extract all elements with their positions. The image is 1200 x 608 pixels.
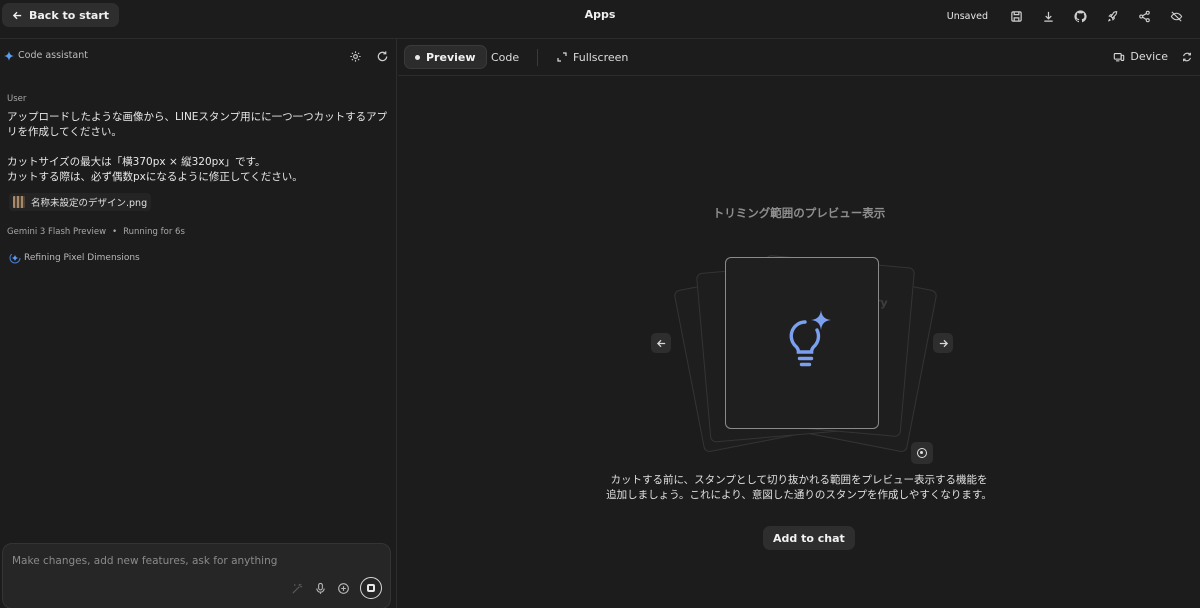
tab-fullscreen-label: Fullscreen	[573, 50, 629, 64]
arrow-right-icon	[939, 339, 948, 347]
share-icon	[1138, 10, 1150, 22]
tab-code-label: Code	[491, 50, 520, 64]
composer-tools	[291, 577, 382, 599]
thinking-step[interactable]: Refining Pixel Dimensions	[9, 252, 140, 264]
top-bar: Back to start Apps Unsaved	[0, 0, 1200, 39]
image-thumbnail-icon	[13, 196, 25, 208]
thinking-label: Refining Pixel Dimensions	[24, 253, 140, 263]
panel-title-label: Code assistant	[18, 50, 88, 61]
hide-eye-icon	[1170, 10, 1182, 22]
tab-divider	[537, 49, 538, 66]
add-circle-icon[interactable]	[337, 582, 350, 595]
save-status: Unsaved	[946, 10, 988, 22]
attachment-chip[interactable]: 名称未設定のデザイン.png	[9, 193, 152, 211]
device-icon	[1114, 52, 1125, 61]
header-actions: Unsaved	[947, 7, 1192, 25]
message-gap	[7, 140, 391, 155]
reload-preview-button[interactable]	[1181, 51, 1193, 66]
tab-preview-label: Preview	[426, 50, 476, 64]
sparkle-icon	[4, 50, 14, 61]
expand-icon	[557, 52, 567, 62]
github-icon	[1073, 9, 1087, 22]
user-message: アップロードしたような画像から、LINEスタンプ用にに一つ一つカットするアプ リ…	[7, 110, 391, 185]
message-line: カットサイズの最大は「横370px × 縦320px」です。	[7, 156, 266, 168]
status-separator: •	[112, 227, 118, 237]
github-button[interactable]	[1064, 7, 1096, 25]
gear-icon[interactable]	[349, 50, 362, 63]
tab-preview[interactable]: Preview	[404, 45, 487, 69]
model-name: Gemini 3 Flash Preview	[7, 227, 107, 237]
user-label: User	[7, 94, 27, 104]
record-button[interactable]	[911, 442, 933, 464]
hide-button[interactable]	[1160, 7, 1192, 25]
next-button[interactable]	[933, 333, 953, 353]
description-line: カットする前に、スタンプとして切り抜かれる範囲をプレビュー表示する機能を	[610, 474, 988, 486]
sync-icon	[1183, 52, 1191, 62]
tab-fullscreen[interactable]: Fullscreen	[547, 45, 638, 69]
panel-tools	[349, 50, 389, 63]
microphone-icon[interactable]	[314, 582, 327, 595]
lightbulb-sparkle-icon	[789, 310, 831, 367]
message-line: カットする際は、必ず偶数pxになるように修正してください。	[7, 171, 303, 183]
deploy-rocket-icon	[1107, 10, 1117, 22]
feature-description: カットする前に、スタンプとして切り抜かれる範囲をプレビュー表示する機能を 追加し…	[398, 473, 1200, 503]
share-button[interactable]	[1128, 7, 1160, 25]
prompt-input[interactable]	[12, 555, 382, 567]
preview-title: トリミング範囲のプレビュー表示	[712, 206, 886, 220]
model-status: Gemini 3 Flash Preview • Running for 6s	[7, 227, 185, 237]
trim-preview-card	[725, 257, 879, 429]
refresh-icon[interactable]	[376, 50, 389, 63]
stop-button[interactable]	[360, 577, 382, 599]
preview-panel: Preview Code Fullscreen Device トリミング範囲のプ…	[398, 39, 1200, 608]
arrow-left-icon	[656, 339, 665, 347]
panel-title: Code assistant	[4, 50, 88, 61]
tab-code[interactable]: Code	[481, 45, 529, 69]
description-line: 追加しましょう。これにより、意図した通りのスタンプを作成しやすくなります。	[606, 489, 992, 501]
attachment-filename: 名称未設定のデザイン.png	[31, 198, 148, 209]
magic-wand-icon[interactable]	[291, 582, 304, 595]
deploy-button[interactable]	[1096, 7, 1128, 25]
message-line: リを作成してください。	[7, 126, 122, 138]
download-button[interactable]	[1032, 7, 1064, 25]
code-assistant-panel: Code assistant User アップロードしたような画像から、LINE…	[0, 39, 397, 608]
message-line: アップロードしたような画像から、LINEスタンプ用にに一つ一つカットするアプ	[7, 111, 388, 123]
record-icon	[917, 448, 927, 458]
device-button[interactable]: Device	[1113, 50, 1168, 63]
view-tabs: Preview Code Fullscreen Device	[398, 39, 1200, 76]
save-button[interactable]	[1000, 7, 1032, 25]
device-label: Device	[1130, 50, 1168, 63]
active-dot-icon	[415, 54, 420, 60]
download-icon	[1043, 11, 1053, 22]
prompt-composer	[2, 543, 391, 608]
stop-icon	[367, 584, 375, 592]
spinner-sparkle-icon	[9, 252, 21, 264]
running-time: Running for 6s	[123, 227, 185, 237]
previous-button[interactable]	[651, 333, 671, 353]
panel-header: Code assistant	[0, 39, 397, 75]
save-icon	[1010, 10, 1022, 22]
add-to-chat-button[interactable]: Add to chat	[763, 526, 855, 550]
